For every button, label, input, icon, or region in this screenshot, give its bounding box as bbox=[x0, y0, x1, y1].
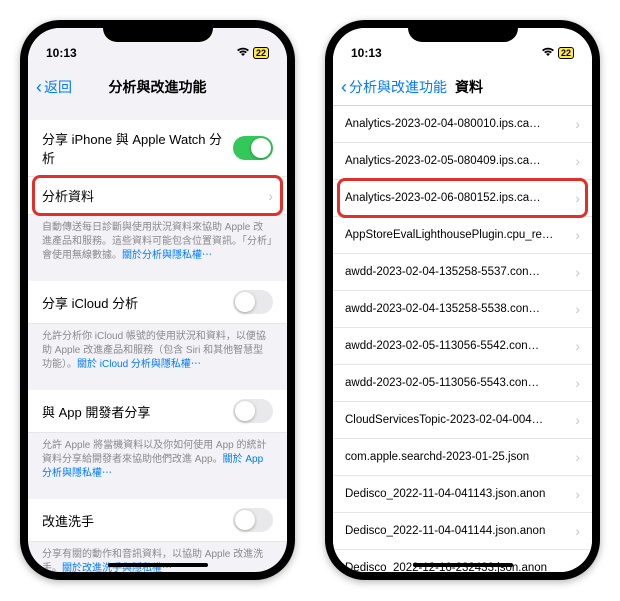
settings-content[interactable]: 分享 iPhone 與 Apple Watch 分析分析資料 › 自動傳送每日診斷與… bbox=[28, 106, 287, 572]
file-name: awdd-2023-02-04-135258-5538.con… bbox=[345, 303, 575, 315]
file-name: com.apple.searchd-2023-01-25.json bbox=[345, 451, 575, 463]
back-label: 返回 bbox=[44, 77, 72, 97]
file-row[interactable]: awdd-2023-02-05-113056-5542.con…› bbox=[333, 328, 592, 365]
nav-bar: ‹ 返回 分析與改進功能 bbox=[28, 68, 287, 106]
cell-label: 改進洗手 bbox=[42, 511, 94, 530]
file-row[interactable]: awdd-2023-02-04-135258-5538.con…› bbox=[333, 291, 592, 328]
file-row[interactable]: Dedisco_2022-11-04-041144.json.anon› bbox=[333, 513, 592, 550]
file-row[interactable]: Analytics-2023-02-04-080010.ips.ca…› bbox=[333, 106, 592, 143]
chevron-right-icon: › bbox=[268, 188, 273, 204]
settings-group: 分享 iCloud 分析允許分析你 iCloud 帳號的使用狀況和資料，以便協助… bbox=[28, 281, 287, 372]
back-label: 分析與改進功能 bbox=[349, 77, 447, 97]
screen-right: 10:13 22 ‹ 分析與改進功能 資料 Analytics-2023-02-… bbox=[333, 28, 592, 572]
chevron-right-icon: › bbox=[575, 486, 580, 502]
file-row[interactable]: CloudServicesTopic-2023-02-04-004…› bbox=[333, 402, 592, 439]
page-title: 資料 bbox=[455, 77, 483, 97]
footer-link[interactable]: 關於 iCloud 分析與隱私權⋯ bbox=[77, 359, 201, 370]
settings-group: 分享 iPhone 與 Apple Watch 分析分析資料 › 自動傳送每日診斷與… bbox=[28, 120, 287, 263]
chevron-right-icon: › bbox=[575, 301, 580, 317]
notch bbox=[408, 20, 518, 42]
nav-cell[interactable]: 分析資料 › bbox=[28, 177, 287, 215]
status-time: 10:13 bbox=[46, 46, 77, 60]
section-footer: 允許分析你 iCloud 帳號的使用狀況和資料，以便協助 Apple 改進產品和… bbox=[28, 324, 287, 372]
file-name: Analytics-2023-02-05-080409.ips.ca… bbox=[345, 155, 575, 167]
chevron-left-icon: ‹ bbox=[341, 78, 347, 96]
chevron-right-icon: › bbox=[575, 190, 580, 206]
chevron-right-icon: › bbox=[575, 449, 580, 465]
toggle-cell[interactable]: 分享 iPhone 與 Apple Watch 分析 bbox=[28, 120, 287, 177]
toggle-switch[interactable] bbox=[233, 136, 273, 160]
status-time: 10:13 bbox=[351, 46, 382, 60]
nav-bar: ‹ 分析與改進功能 資料 bbox=[333, 68, 592, 106]
section-footer: 分享有關的動作和音訊資料，以協助 Apple 改進洗手。關於改進洗手與隱私權⋯ bbox=[28, 542, 287, 572]
file-name: Dedisco_2022-11-04-041143.json.anon bbox=[345, 488, 575, 500]
settings-group: 與 App 開發者分享允許 Apple 將當機資料以及你如何使用 App 的統計… bbox=[28, 390, 287, 481]
toggle-switch[interactable] bbox=[233, 399, 273, 423]
footer-link[interactable]: 關於分析與隱私權⋯ bbox=[122, 250, 212, 261]
file-name: Analytics-2023-02-04-080010.ips.ca… bbox=[345, 118, 575, 130]
file-row[interactable]: Dedisco_2022-12-16-232433.json.anon› bbox=[333, 550, 592, 572]
file-row[interactable]: com.apple.searchd-2023-01-25.json› bbox=[333, 439, 592, 476]
cell-label: 分享 iCloud 分析 bbox=[42, 293, 138, 312]
file-name: awdd-2023-02-05-113056-5543.con… bbox=[345, 377, 575, 389]
battery-icon: 22 bbox=[558, 47, 574, 59]
file-row[interactable]: awdd-2023-02-04-135258-5537.con…› bbox=[333, 254, 592, 291]
file-row[interactable]: AppStoreEvalLighthousePlugin.cpu_re…› bbox=[333, 217, 592, 254]
chevron-right-icon: › bbox=[575, 227, 580, 243]
file-name: awdd-2023-02-05-113056-5542.con… bbox=[345, 340, 575, 352]
chevron-right-icon: › bbox=[575, 412, 580, 428]
file-name: Dedisco_2022-11-04-041144.json.anon bbox=[345, 525, 575, 537]
chevron-left-icon: ‹ bbox=[36, 78, 42, 96]
file-row[interactable]: awdd-2023-02-05-113056-5543.con…› bbox=[333, 365, 592, 402]
notch bbox=[103, 20, 213, 42]
cell-label: 分析資料 bbox=[42, 186, 94, 205]
status-right: 22 bbox=[541, 46, 574, 60]
toggle-switch[interactable] bbox=[233, 508, 273, 532]
toggle-cell[interactable]: 分享 iCloud 分析 bbox=[28, 281, 287, 324]
file-row[interactable]: Dedisco_2022-11-04-041143.json.anon› bbox=[333, 476, 592, 513]
battery-icon: 22 bbox=[253, 47, 269, 59]
chevron-right-icon: › bbox=[575, 264, 580, 280]
toggle-cell[interactable]: 改進洗手 bbox=[28, 499, 287, 542]
section-footer: 允許 Apple 將當機資料以及你如何使用 App 的統計資料分享給開發者來協助… bbox=[28, 433, 287, 481]
phone-right: 10:13 22 ‹ 分析與改進功能 資料 Analytics-2023-02-… bbox=[325, 20, 600, 580]
chevron-right-icon: › bbox=[575, 116, 580, 132]
cell-label: 與 App 開發者分享 bbox=[42, 402, 150, 421]
home-indicator[interactable] bbox=[413, 563, 513, 567]
home-indicator[interactable] bbox=[108, 563, 208, 567]
toggle-switch[interactable] bbox=[233, 290, 273, 314]
file-row[interactable]: Analytics-2023-02-05-080409.ips.ca…› bbox=[333, 143, 592, 180]
chevron-right-icon: › bbox=[575, 560, 580, 572]
chevron-right-icon: › bbox=[575, 375, 580, 391]
section-footer: 自動傳送每日診斷與使用狀況資料來協助 Apple 改進產品和服務。這些資料可能包… bbox=[28, 215, 287, 263]
back-button[interactable]: ‹ 分析與改進功能 bbox=[341, 77, 447, 97]
phone-left: 10:13 22 ‹ 返回 分析與改進功能 分享 iPhone 與 Apple … bbox=[20, 20, 295, 580]
wifi-icon bbox=[236, 46, 250, 60]
back-button[interactable]: ‹ 返回 bbox=[36, 77, 72, 97]
file-name: Analytics-2023-02-06-080152.ips.ca… bbox=[345, 192, 575, 204]
file-name: CloudServicesTopic-2023-02-04-004… bbox=[345, 414, 575, 426]
status-right: 22 bbox=[236, 46, 269, 60]
cell-label: 分享 iPhone 與 Apple Watch 分析 bbox=[42, 129, 233, 167]
file-name: awdd-2023-02-04-135258-5537.con… bbox=[345, 266, 575, 278]
screen-left: 10:13 22 ‹ 返回 分析與改進功能 分享 iPhone 與 Apple … bbox=[28, 28, 287, 572]
toggle-cell[interactable]: 與 App 開發者分享 bbox=[28, 390, 287, 433]
chevron-right-icon: › bbox=[575, 153, 580, 169]
file-name: AppStoreEvalLighthousePlugin.cpu_re… bbox=[345, 229, 575, 241]
settings-group: 改進洗手分享有關的動作和音訊資料，以協助 Apple 改進洗手。關於改進洗手與隱… bbox=[28, 499, 287, 572]
wifi-icon bbox=[541, 46, 555, 60]
chevron-right-icon: › bbox=[575, 523, 580, 539]
chevron-right-icon: › bbox=[575, 338, 580, 354]
file-row[interactable]: Analytics-2023-02-06-080152.ips.ca…› bbox=[333, 180, 592, 217]
file-list[interactable]: Analytics-2023-02-04-080010.ips.ca…›Anal… bbox=[333, 106, 592, 572]
